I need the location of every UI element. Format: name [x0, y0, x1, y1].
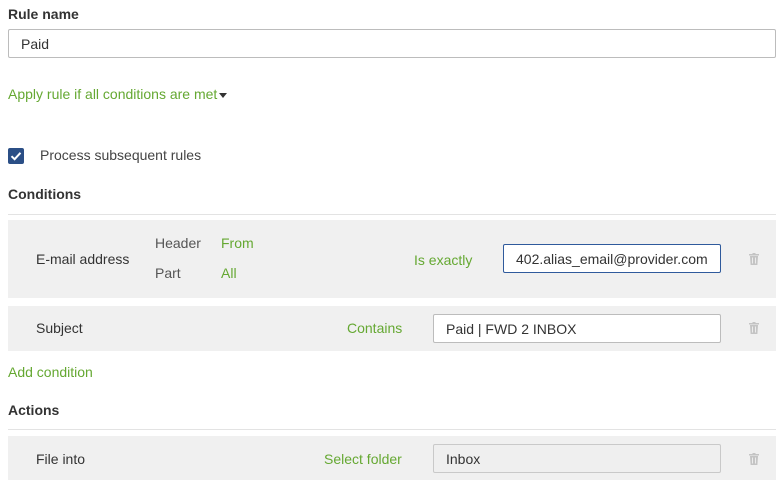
conditions-heading: Conditions	[8, 186, 82, 202]
condition-value-input[interactable]: 402.alias_email@provider.com	[503, 244, 721, 273]
condition-operator-select[interactable]: Contains	[347, 320, 402, 336]
rule-name-input[interactable]: Paid	[8, 29, 776, 58]
condition-part-label: Part	[155, 265, 181, 281]
rule-name-label: Rule name	[8, 6, 79, 22]
caret-down-icon	[219, 92, 228, 98]
apply-rule-label: Apply rule if all conditions are met	[8, 86, 218, 102]
add-condition-link[interactable]: Add condition	[8, 364, 93, 380]
condition-row: E-mail address Header From Part All Is e…	[8, 220, 776, 298]
action-name: File into	[36, 451, 86, 467]
conditions-divider	[8, 214, 776, 215]
process-subsequent-checkbox[interactable]	[8, 148, 24, 164]
actions-divider	[8, 429, 776, 430]
condition-header-select[interactable]: From	[221, 235, 254, 251]
folder-value-input: Inbox	[433, 444, 721, 473]
trash-icon[interactable]	[749, 453, 759, 465]
condition-part-select[interactable]: All	[221, 265, 237, 281]
actions-heading: Actions	[8, 402, 60, 418]
condition-field: Subject	[36, 320, 83, 336]
condition-value-input[interactable]: Paid | FWD 2 INBOX	[433, 314, 721, 343]
condition-field: E-mail address	[36, 251, 130, 267]
process-subsequent-label: Process subsequent rules	[40, 147, 202, 163]
trash-icon[interactable]	[749, 253, 759, 265]
action-row: File into Select folder Inbox	[8, 436, 776, 480]
condition-header-label: Header	[155, 235, 201, 251]
trash-icon[interactable]	[749, 322, 759, 334]
condition-operator-select[interactable]: Is exactly	[414, 252, 472, 268]
condition-row: Subject Contains Paid | FWD 2 INBOX	[8, 306, 776, 351]
apply-rule-dropdown[interactable]: Apply rule if all conditions are met	[8, 86, 228, 102]
select-folder-link[interactable]: Select folder	[324, 451, 402, 467]
checkmark-icon	[10, 152, 22, 161]
